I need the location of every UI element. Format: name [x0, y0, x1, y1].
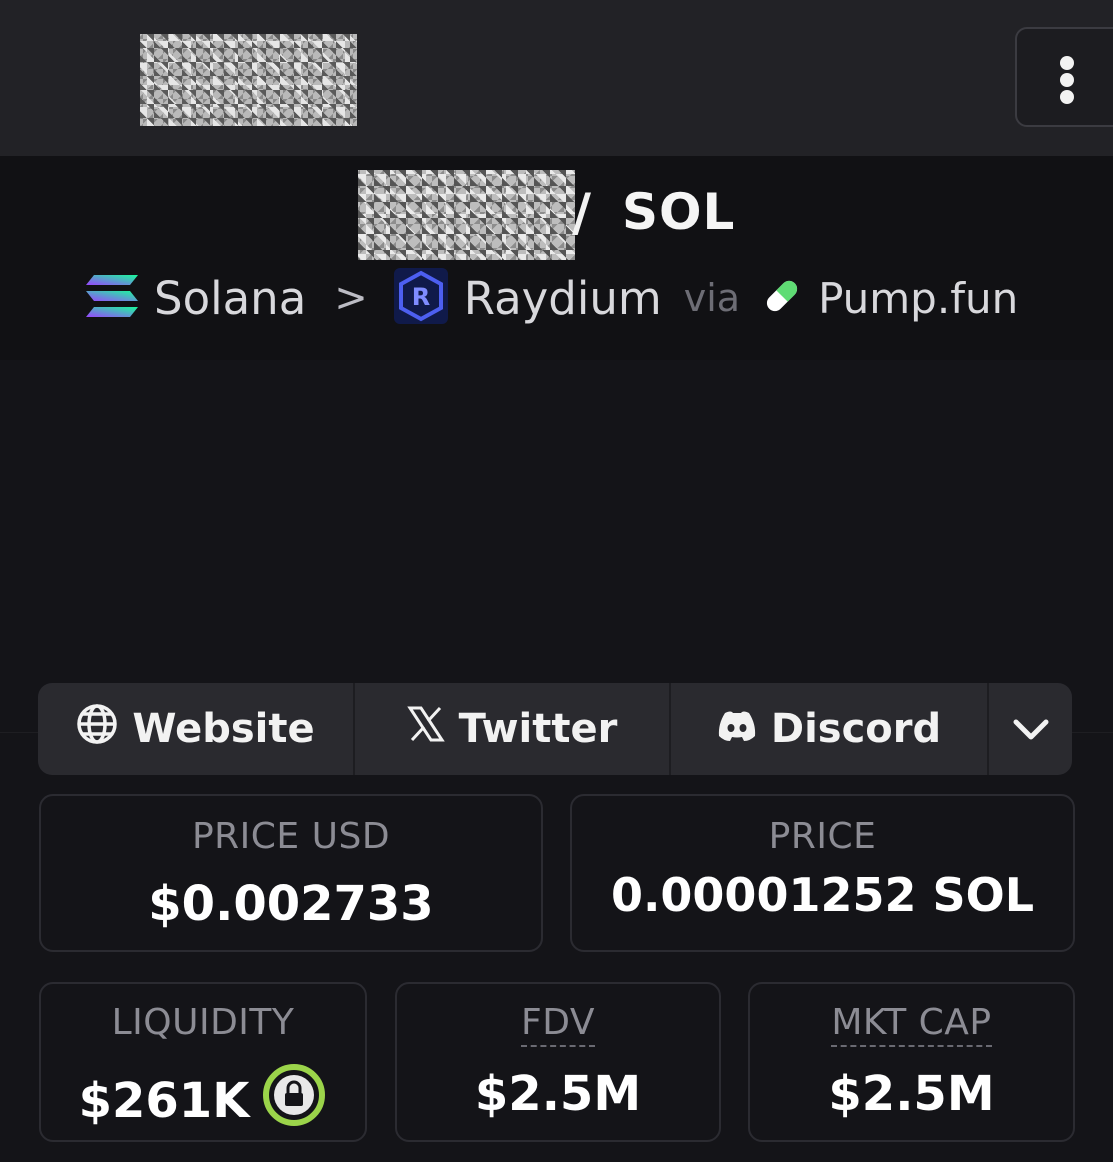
- liquidity-value-row: $261K: [41, 1062, 365, 1140]
- price-usd-value: $0.002733: [148, 876, 434, 932]
- base-token-symbol-pixelated: [358, 170, 575, 260]
- website-button[interactable]: Website: [38, 683, 355, 775]
- vertical-dots-icon-dot: [1060, 90, 1074, 104]
- price-native-value: 0.00001252 SOL: [610, 868, 1035, 922]
- more-links-button[interactable]: [989, 683, 1072, 775]
- website-label: Website: [132, 706, 315, 752]
- globe-icon: [76, 703, 118, 755]
- twitter-button[interactable]: Twitter: [355, 683, 671, 775]
- fdv-value: $2.5M: [474, 1066, 642, 1122]
- token-pair-page: / SOL Solana > R Raydium via Pump.fun We…: [0, 0, 1113, 1162]
- market-cap-label-wrap: MKT CAP: [750, 1002, 1073, 1047]
- pair-separator: /: [572, 183, 591, 243]
- market-cap-label[interactable]: MKT CAP: [831, 1002, 992, 1047]
- token-logo-pixelated: [140, 34, 357, 126]
- top-bar: [0, 0, 1113, 156]
- x-icon: [406, 705, 445, 753]
- liquidity-label: LIQUIDITY: [111, 1002, 295, 1043]
- quote-token-symbol: SOL: [622, 183, 736, 241]
- price-usd-label: PRICE USD: [191, 816, 391, 857]
- pill-icon: [762, 276, 802, 320]
- discord-label: Discord: [770, 706, 942, 752]
- discord-button[interactable]: Discord: [671, 683, 989, 775]
- breadcrumb: Solana > R Raydium via Pump.fun: [84, 268, 1044, 328]
- market-cap-card: MKT CAP $2.5M: [748, 982, 1075, 1142]
- discord-icon: [717, 706, 757, 752]
- twitter-label: Twitter: [458, 706, 618, 752]
- chevron-right-icon: >: [334, 275, 368, 321]
- svg-text:R: R: [412, 283, 430, 311]
- launchpad-link[interactable]: Pump.fun: [818, 274, 1018, 323]
- dex-link[interactable]: Raydium: [464, 272, 662, 325]
- fdv-card: FDV $2.5M: [395, 982, 721, 1142]
- liquidity-card: LIQUIDITY $261K: [39, 982, 367, 1142]
- price-usd-card: PRICE USD $0.002733: [39, 794, 543, 952]
- chevron-down-icon: [1012, 706, 1050, 752]
- price-native-label: PRICE: [768, 816, 877, 857]
- lock-icon[interactable]: [261, 1062, 327, 1140]
- fdv-label-wrap: FDV: [397, 1002, 719, 1047]
- via-label: via: [683, 276, 741, 320]
- price-native-card: PRICE 0.00001252 SOL: [570, 794, 1075, 952]
- liquidity-value: $261K: [78, 1073, 250, 1129]
- chain-link[interactable]: Solana: [154, 272, 306, 325]
- fdv-label[interactable]: FDV: [521, 1002, 595, 1047]
- social-links-bar: Website Twitter Discord: [38, 683, 1072, 775]
- market-cap-value: $2.5M: [828, 1066, 995, 1122]
- solana-icon: [84, 273, 140, 323]
- vertical-dots-icon-dot: [1060, 73, 1074, 87]
- raydium-icon: R: [393, 268, 448, 328]
- vertical-dots-icon: [1060, 56, 1074, 70]
- more-options-button[interactable]: [1015, 27, 1113, 127]
